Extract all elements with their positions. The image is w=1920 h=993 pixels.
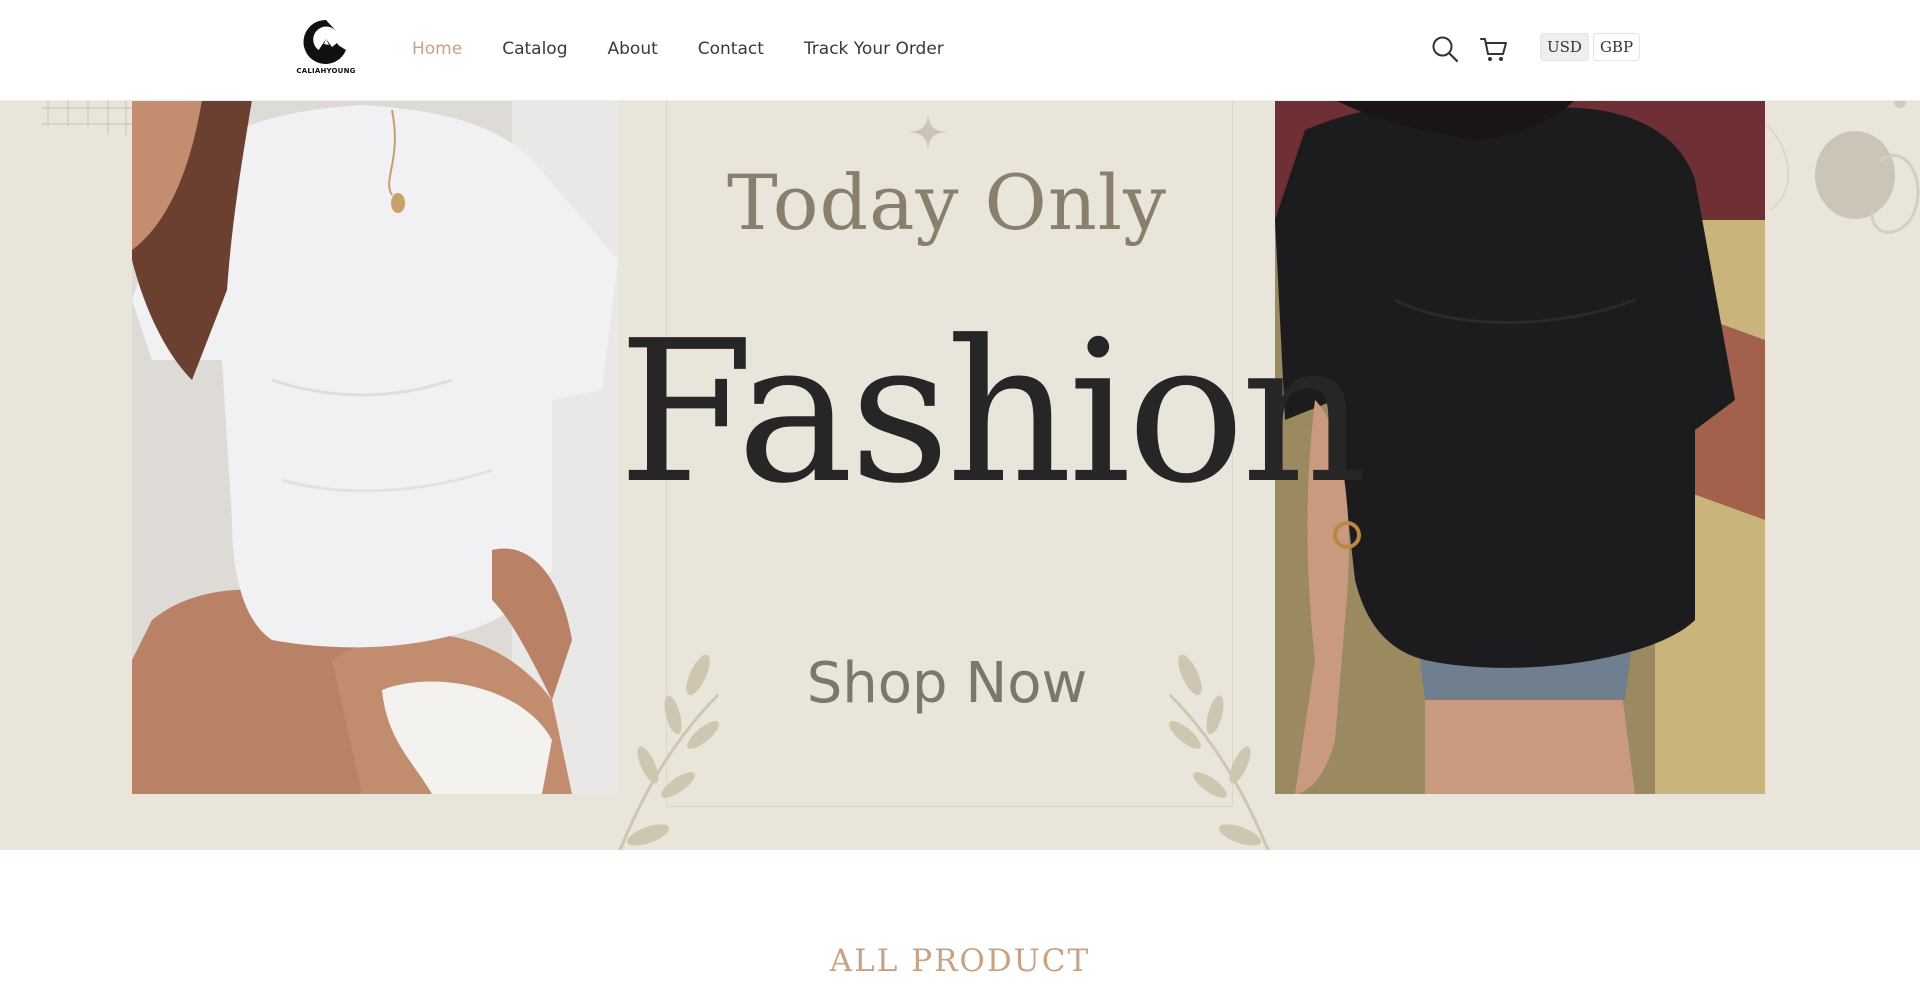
mountain-c-logo-icon	[303, 19, 346, 64]
shop-now-button[interactable]: Shop Now	[618, 651, 1276, 716]
cart-icon	[1480, 38, 1507, 61]
sparkle-icon	[910, 114, 946, 150]
site-header: CALIAHYOUNG Home Catalog About Contact T…	[0, 0, 1920, 101]
model-white-tshirt-image	[132, 100, 618, 794]
hero-headline-today-only: Today Only	[726, 158, 1168, 247]
nav-item-catalog[interactable]: Catalog	[502, 36, 567, 62]
grid-decoration	[42, 100, 132, 136]
cart-button[interactable]	[1479, 34, 1509, 64]
hero-headline-fashion: Fashion	[618, 299, 1367, 527]
hero-photo-left	[132, 100, 618, 794]
blob-decoration	[1760, 100, 1920, 234]
main-nav: Home Catalog About Contact Track Your Or…	[412, 36, 984, 62]
all-product-heading: ALL PRODUCT	[829, 943, 1091, 979]
currency-gbp-button[interactable]: GBP	[1592, 33, 1641, 61]
brand-name: CALIAHYOUNG	[296, 67, 356, 75]
nav-item-about[interactable]: About	[608, 36, 658, 62]
nav-item-track-order[interactable]: Track Your Order	[804, 36, 944, 62]
brand-logo[interactable]: CALIAHYOUNG	[296, 17, 356, 79]
currency-usd-button[interactable]: USD	[1540, 33, 1589, 61]
search-button[interactable]	[1430, 34, 1460, 64]
currency-switcher: USD GBP	[1540, 33, 1641, 61]
nav-item-contact[interactable]: Contact	[698, 36, 764, 62]
nav-item-home[interactable]: Home	[412, 36, 462, 62]
search-icon	[1432, 36, 1459, 63]
hero-banner[interactable]: Today Only Fashion Shop Now	[0, 100, 1920, 850]
